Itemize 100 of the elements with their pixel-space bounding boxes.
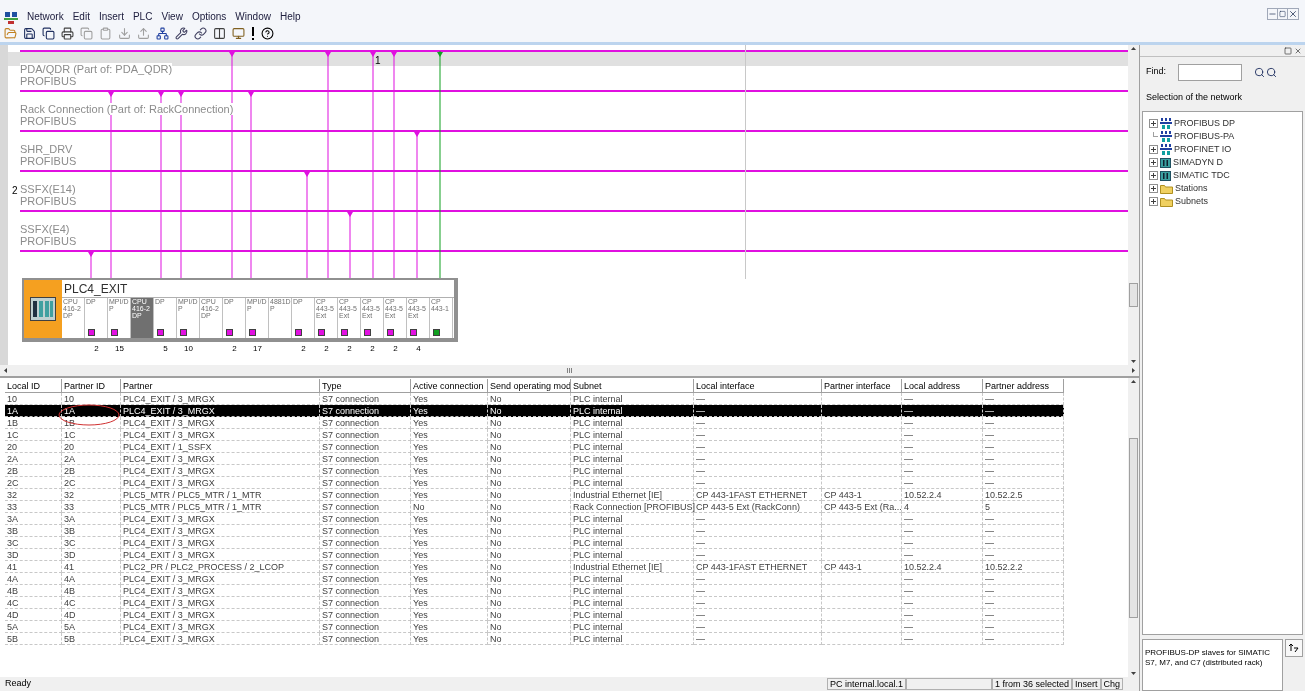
close-icon[interactable] bbox=[1294, 46, 1302, 55]
column-header[interactable]: Partner interface bbox=[822, 379, 902, 393]
expand-icon[interactable] bbox=[1149, 171, 1158, 180]
expand-icon[interactable] bbox=[1149, 184, 1158, 193]
scroll-down-icon[interactable] bbox=[1131, 360, 1136, 363]
tree-item[interactable]: SIMADYN D bbox=[1173, 155, 1223, 170]
download-icon[interactable] bbox=[118, 27, 131, 40]
scroll-right-icon[interactable] bbox=[1132, 368, 1135, 373]
port-square[interactable] bbox=[226, 329, 233, 336]
subnet-name[interactable]: PDA/QDR (Part of: PDA_QDR) bbox=[20, 63, 173, 75]
table-row[interactable]: 3D 3D PLC4_EXIT / 3_MRGX S7 connection Yes No PLC internal — — — bbox=[5, 549, 1064, 561]
table-row[interactable]: 5A 5A PLC4_EXIT / 3_MRGX S7 connection Yes No PLC internal — — — bbox=[5, 621, 1064, 633]
column-header[interactable]: Partner address bbox=[983, 379, 1064, 393]
expand-icon[interactable] bbox=[1149, 197, 1158, 206]
table-row[interactable]: 4A 4A PLC4_EXIT / 3_MRGX S7 connection Yes No PLC internal — — — bbox=[5, 573, 1064, 585]
menu-item[interactable]: PLC bbox=[132, 9, 153, 24]
minimize-icon[interactable] bbox=[1268, 9, 1278, 19]
table-row[interactable]: 1C 1C PLC4_EXIT / 3_MRGX S7 connection Yes No PLC internal — — — bbox=[5, 429, 1064, 441]
sort-button[interactable] bbox=[1285, 639, 1303, 657]
subnet-name[interactable]: SSFX(E14) bbox=[20, 183, 77, 195]
menu-item[interactable]: View bbox=[161, 9, 183, 24]
vertical-scrollbar[interactable] bbox=[1128, 45, 1139, 365]
port-square[interactable] bbox=[88, 329, 95, 336]
table-row[interactable]: 4C 4C PLC4_EXIT / 3_MRGX S7 connection Yes No PLC internal — — — bbox=[5, 597, 1064, 609]
exclamation-icon[interactable] bbox=[251, 27, 255, 40]
table-scrollbar[interactable] bbox=[1128, 378, 1139, 677]
table-row[interactable]: 1A 1A PLC4_EXIT / 3_MRGX S7 connection Yes No PLC internal — — — bbox=[5, 405, 1064, 417]
print-icon[interactable] bbox=[61, 27, 74, 40]
menu-item[interactable]: Window bbox=[235, 9, 271, 24]
column-header[interactable]: Partner ID bbox=[62, 379, 121, 393]
table-row[interactable]: 3A 3A PLC4_EXIT / 3_MRGX S7 connection Yes No PLC internal — — — bbox=[5, 513, 1064, 525]
port-square[interactable] bbox=[157, 329, 164, 336]
port-square[interactable] bbox=[433, 329, 440, 336]
port-square[interactable] bbox=[318, 329, 325, 336]
scroll-up-icon[interactable] bbox=[1131, 47, 1136, 50]
scroll-left-icon[interactable] bbox=[4, 368, 7, 373]
menu-item[interactable]: Options bbox=[191, 9, 227, 24]
monitor-icon[interactable] bbox=[232, 27, 245, 40]
column-header[interactable]: Local interface bbox=[694, 379, 822, 393]
restore-icon[interactable] bbox=[1278, 9, 1288, 19]
close-icon[interactable] bbox=[1288, 9, 1298, 19]
menu-item[interactable]: Network bbox=[27, 9, 64, 24]
port-square[interactable] bbox=[387, 329, 394, 336]
menu-item[interactable]: Insert bbox=[98, 9, 124, 24]
tree-item[interactable]: PROFIBUS-PA bbox=[1174, 129, 1235, 144]
save-as-icon[interactable] bbox=[42, 27, 55, 40]
port-square[interactable] bbox=[249, 329, 256, 336]
link-icon[interactable] bbox=[194, 27, 207, 40]
tree-item[interactable]: SIMATIC TDC bbox=[1173, 168, 1230, 183]
port-square[interactable] bbox=[295, 329, 302, 336]
table-row[interactable]: 4B 4B PLC4_EXIT / 3_MRGX S7 connection Yes No PLC internal — — — bbox=[5, 585, 1064, 597]
column-header[interactable]: Partner bbox=[121, 379, 320, 393]
table-row[interactable]: 20 20 PLC4_EXIT / 1_SSFX S7 connection Yes No PLC internal — — — bbox=[5, 441, 1064, 453]
search-down-icon[interactable] bbox=[1266, 66, 1277, 78]
scroll-thumb[interactable] bbox=[1129, 283, 1138, 307]
menu-item[interactable]: Edit bbox=[72, 9, 90, 24]
tree-item[interactable]: PROFINET IO bbox=[1174, 142, 1232, 157]
scroll-grip[interactable]: III bbox=[566, 366, 573, 375]
column-header[interactable]: Active connection bbox=[411, 379, 488, 393]
horizontal-scrollbar[interactable]: III bbox=[0, 365, 1139, 376]
search-up-icon[interactable] bbox=[1254, 66, 1265, 78]
port-square[interactable] bbox=[180, 329, 187, 336]
column-header[interactable]: Subnet bbox=[571, 379, 694, 393]
tree-item[interactable]: PROFIBUS DP bbox=[1174, 116, 1235, 131]
table-row[interactable]: 2B 2B PLC4_EXIT / 3_MRGX S7 connection Yes No PLC internal — — — bbox=[5, 465, 1064, 477]
table-row[interactable]: 4D 4D PLC4_EXIT / 3_MRGX S7 connection Yes No PLC internal — — — bbox=[5, 609, 1064, 621]
port-square[interactable] bbox=[341, 329, 348, 336]
column-header[interactable]: Local ID bbox=[5, 379, 62, 393]
tree-item[interactable]: Stations bbox=[1175, 181, 1208, 196]
port-square[interactable] bbox=[410, 329, 417, 336]
column-header[interactable]: Local address bbox=[902, 379, 983, 393]
wrench-icon[interactable] bbox=[175, 27, 188, 40]
open-icon[interactable] bbox=[4, 27, 17, 40]
tree-item[interactable]: Subnets bbox=[1175, 194, 1209, 209]
upload-icon[interactable] bbox=[137, 27, 150, 40]
table-row[interactable]: 2C 2C PLC4_EXIT / 3_MRGX S7 connection Yes No PLC internal — — — bbox=[5, 477, 1064, 489]
table-row[interactable]: 2A 2A PLC4_EXIT / 3_MRGX S7 connection Yes No PLC internal — — — bbox=[5, 453, 1064, 465]
scroll-thumb[interactable] bbox=[1129, 437, 1138, 618]
table-row[interactable]: 33 33 PLC5_MTR / PLC5_MTR / 1_MTR S7 connection No No Rack Connection [PROFIBUS]CP 443-5 Ext (RackConn) CP 443-5 Ext (Ra... 4 5 bbox=[5, 501, 1064, 513]
menu-item[interactable]: Help bbox=[279, 9, 301, 24]
column-header[interactable]: Send operating mod bbox=[488, 379, 571, 393]
expand-icon[interactable] bbox=[1149, 119, 1158, 128]
copy-icon[interactable] bbox=[80, 27, 93, 40]
table-row[interactable]: 32 32 PLC5_MTR / PLC5_MTR / 1_MTR S7 connection Yes No Industrial Ethernet [IE] CP 443-1FAST ETHERNET CP 443-1 10.52.2.4 10.52.2.5 bbox=[5, 489, 1064, 501]
expand-icon[interactable] bbox=[1149, 158, 1158, 167]
column-header[interactable]: Type bbox=[320, 379, 411, 393]
restore-icon[interactable] bbox=[1284, 46, 1292, 55]
table-row[interactable]: 3B 3B PLC4_EXIT / 3_MRGX S7 connection Yes No PLC internal — — — bbox=[5, 525, 1064, 537]
columns-icon[interactable] bbox=[213, 27, 226, 40]
paste-icon[interactable] bbox=[99, 27, 112, 40]
port-square[interactable] bbox=[111, 329, 118, 336]
scroll-up-icon[interactable] bbox=[1131, 380, 1136, 383]
subnet-name[interactable]: Rack Connection (Part of: RackConnection) bbox=[20, 103, 234, 115]
expand-icon[interactable] bbox=[1149, 145, 1158, 154]
find-field[interactable] bbox=[1178, 63, 1242, 81]
table-row[interactable]: 41 41 PLC2_PR / PLC2_PROCESS / 2_LCOP S7 connection Yes No Industrial Ethernet [IE] CP 443-1FAST ETHERNET CP 443-1 10.52.2.4 10.52.2.2 bbox=[5, 561, 1064, 573]
save-icon[interactable] bbox=[23, 27, 36, 40]
table-row[interactable]: 3C 3C PLC4_EXIT / 3_MRGX S7 connection Yes No PLC internal — — — bbox=[5, 537, 1064, 549]
port-square[interactable] bbox=[364, 329, 371, 336]
table-row[interactable]: 5B 5B PLC4_EXIT / 3_MRGX S7 connection Yes No PLC internal — — — bbox=[5, 633, 1064, 645]
